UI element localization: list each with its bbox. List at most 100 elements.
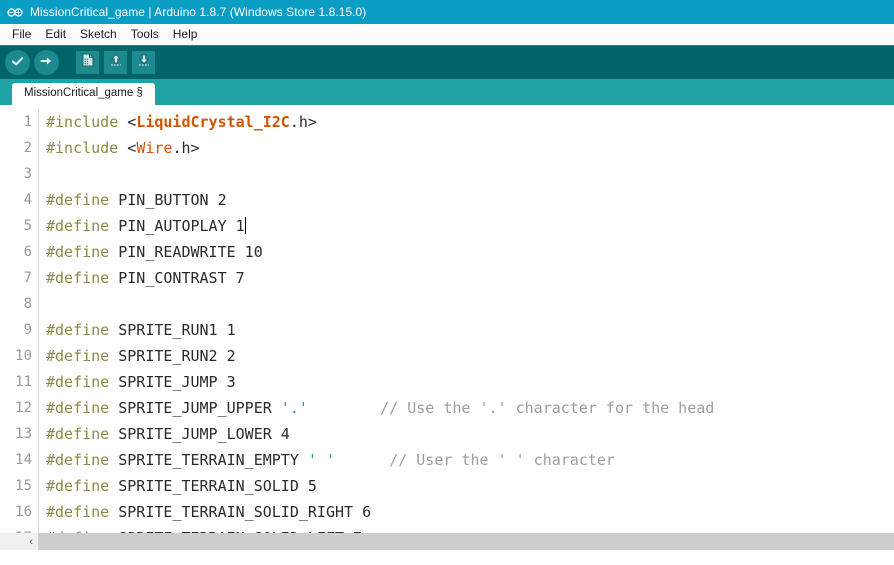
code-token-plain: SPRITE_RUN2 2 — [109, 347, 236, 365]
code-line[interactable]: 8 — [0, 291, 894, 317]
code-token-plain: PIN_AUTOPLAY 1 — [109, 217, 245, 235]
arduino-infinity-icon — [6, 3, 24, 21]
upload-button[interactable] — [34, 50, 59, 75]
code-token-plain: PIN_CONTRAST 7 — [109, 269, 245, 287]
line-number: 11 — [15, 374, 32, 390]
code-token-pre: #define — [46, 191, 110, 209]
code-token-plain: SPRITE_JUMP 3 — [109, 373, 236, 391]
code-line[interactable]: 12 #define SPRITE_JUMP_UPPER '.' // Use t… — [0, 395, 894, 421]
verify-button[interactable] — [5, 50, 30, 75]
code-line-text[interactable]: #define SPRITE_TERRAIN_EMPTY ' ' // User… — [39, 447, 894, 473]
code-line[interactable]: 13 #define SPRITE_JUMP_LOWER 4 — [0, 421, 894, 447]
code-token-pre: #define — [46, 321, 110, 339]
menu-item-tools[interactable]: Tools — [124, 26, 166, 43]
line-number: 8 — [23, 296, 32, 312]
code-token-plain: SPRITE_JUMP_LOWER 4 — [109, 425, 290, 443]
code-line[interactable]: 11 #define SPRITE_JUMP 3 — [0, 369, 894, 395]
line-number: 13 — [15, 426, 32, 442]
menu-item-edit[interactable]: Edit — [38, 26, 73, 43]
line-number: 2 — [23, 140, 32, 156]
code-line-text[interactable]: #define PIN_AUTOPLAY 1 — [39, 213, 894, 239]
scroll-left-arrow-icon[interactable]: ‹ — [0, 533, 38, 550]
line-number: 7 — [23, 270, 32, 286]
horizontal-scrollbar[interactable]: ‹ — [0, 533, 894, 550]
code-line[interactable]: 14 #define SPRITE_TERRAIN_EMPTY ' ' // Us… — [0, 447, 894, 473]
code-lines-container[interactable]: 1 #include <LiquidCrystal_I2C.h> 2 #include… — [0, 105, 894, 550]
code-line[interactable]: 15 #define SPRITE_TERRAIN_SOLID 5 — [0, 473, 894, 499]
code-token-pre: #include — [46, 113, 119, 131]
code-line[interactable]: 10 #define SPRITE_RUN2 2 — [0, 343, 894, 369]
line-number: 4 — [23, 192, 32, 208]
code-line[interactable]: 1 #include <LiquidCrystal_I2C.h> — [0, 109, 894, 135]
code-token-str: ' ' — [307, 451, 335, 469]
code-token-com: // User the ' ' character — [389, 451, 615, 469]
code-line[interactable]: 16 #define SPRITE_TERRAIN_SOLID_RIGHT 6 — [0, 499, 894, 525]
code-token-plain: SPRITE_JUMP_UPPER — [109, 399, 281, 417]
code-line-text[interactable]: #define PIN_READWRITE 10 — [39, 239, 894, 265]
new-sketch-button[interactable] — [76, 51, 99, 74]
checkmark-icon — [11, 54, 24, 72]
line-number: 9 — [23, 322, 32, 338]
code-token-pre: #define — [46, 243, 110, 261]
gutter-separator — [38, 161, 39, 187]
line-number: 3 — [23, 166, 32, 182]
tab-missioncritical-game[interactable]: MissionCritical_game § — [12, 82, 155, 105]
toolbar — [0, 46, 894, 79]
scrollbar-track[interactable] — [38, 533, 894, 550]
code-line-text[interactable]: #define SPRITE_JUMP_UPPER '.' // Use the… — [39, 395, 894, 421]
line-number: 15 — [15, 478, 32, 494]
code-line[interactable]: 9 #define SPRITE_RUN1 1 — [0, 317, 894, 343]
line-number: 6 — [23, 244, 32, 260]
code-editor[interactable]: 1 #include <LiquidCrystal_I2C.h> 2 #include… — [0, 105, 894, 550]
code-token-plain: < — [118, 139, 137, 157]
code-token-pre: #define — [46, 217, 110, 235]
text-cursor — [244, 217, 246, 234]
code-line-text[interactable]: #define PIN_BUTTON 2 — [39, 187, 894, 213]
code-line-text[interactable]: #include <Wire.h> — [39, 135, 894, 161]
code-token-pre: #define — [46, 451, 110, 469]
code-token-plain: .h> — [172, 139, 200, 157]
code-line-text[interactable]: #define PIN_CONTRAST 7 — [39, 265, 894, 291]
code-token-plain: SPRITE_RUN1 1 — [109, 321, 236, 339]
code-token-plain: PIN_BUTTON 2 — [109, 191, 227, 209]
code-token-plain: SPRITE_TERRAIN_EMPTY — [109, 451, 308, 469]
line-number: 12 — [15, 400, 32, 416]
code-token-str: '.' — [280, 399, 308, 417]
code-line-text[interactable]: #define SPRITE_JUMP_LOWER 4 — [39, 421, 894, 447]
code-line[interactable]: 6 #define PIN_READWRITE 10 — [0, 239, 894, 265]
code-line-text[interactable]: #define SPRITE_RUN2 2 — [39, 343, 894, 369]
code-line-text[interactable]: #define SPRITE_JUMP 3 — [39, 369, 894, 395]
code-token-plain: .h> — [289, 113, 317, 131]
code-line-text[interactable]: #define SPRITE_TERRAIN_SOLID 5 — [39, 473, 894, 499]
code-token-plain: SPRITE_TERRAIN_SOLID 5 — [109, 477, 317, 495]
right-arrow-icon — [40, 54, 53, 72]
code-line-text[interactable]: #define SPRITE_TERRAIN_SOLID_RIGHT 6 — [39, 499, 894, 525]
code-token-pre: #define — [46, 477, 110, 495]
line-number: 1 — [23, 114, 32, 130]
scrollbar-thumb[interactable] — [38, 533, 894, 550]
menu-bar: File Edit Sketch Tools Help — [0, 24, 894, 46]
menu-item-help[interactable]: Help — [166, 26, 205, 43]
code-line[interactable]: 3 — [0, 161, 894, 187]
code-token-pre: #define — [46, 347, 110, 365]
menu-item-file[interactable]: File — [5, 26, 38, 43]
save-sketch-button[interactable] — [132, 51, 155, 74]
line-number: 5 — [23, 218, 32, 234]
code-line[interactable]: 7 #define PIN_CONTRAST 7 — [0, 265, 894, 291]
open-sketch-button[interactable] — [104, 51, 127, 74]
code-token-plain: PIN_READWRITE 10 — [109, 243, 263, 261]
document-icon — [82, 53, 94, 72]
line-number: 14 — [15, 452, 32, 468]
code-line[interactable]: 2 #include <Wire.h> — [0, 135, 894, 161]
code-line-text[interactable]: #include <LiquidCrystal_I2C.h> — [39, 109, 894, 135]
menu-item-sketch[interactable]: Sketch — [73, 26, 124, 43]
code-line[interactable]: 5 #define PIN_AUTOPLAY 1 — [0, 213, 894, 239]
code-line-text[interactable]: #define SPRITE_RUN1 1 — [39, 317, 894, 343]
code-token-pre: #define — [46, 373, 110, 391]
code-line[interactable]: 4 #define PIN_BUTTON 2 — [0, 187, 894, 213]
code-token-plain: < — [118, 113, 137, 131]
code-token-pre: #define — [46, 425, 110, 443]
line-number: 10 — [15, 348, 32, 364]
